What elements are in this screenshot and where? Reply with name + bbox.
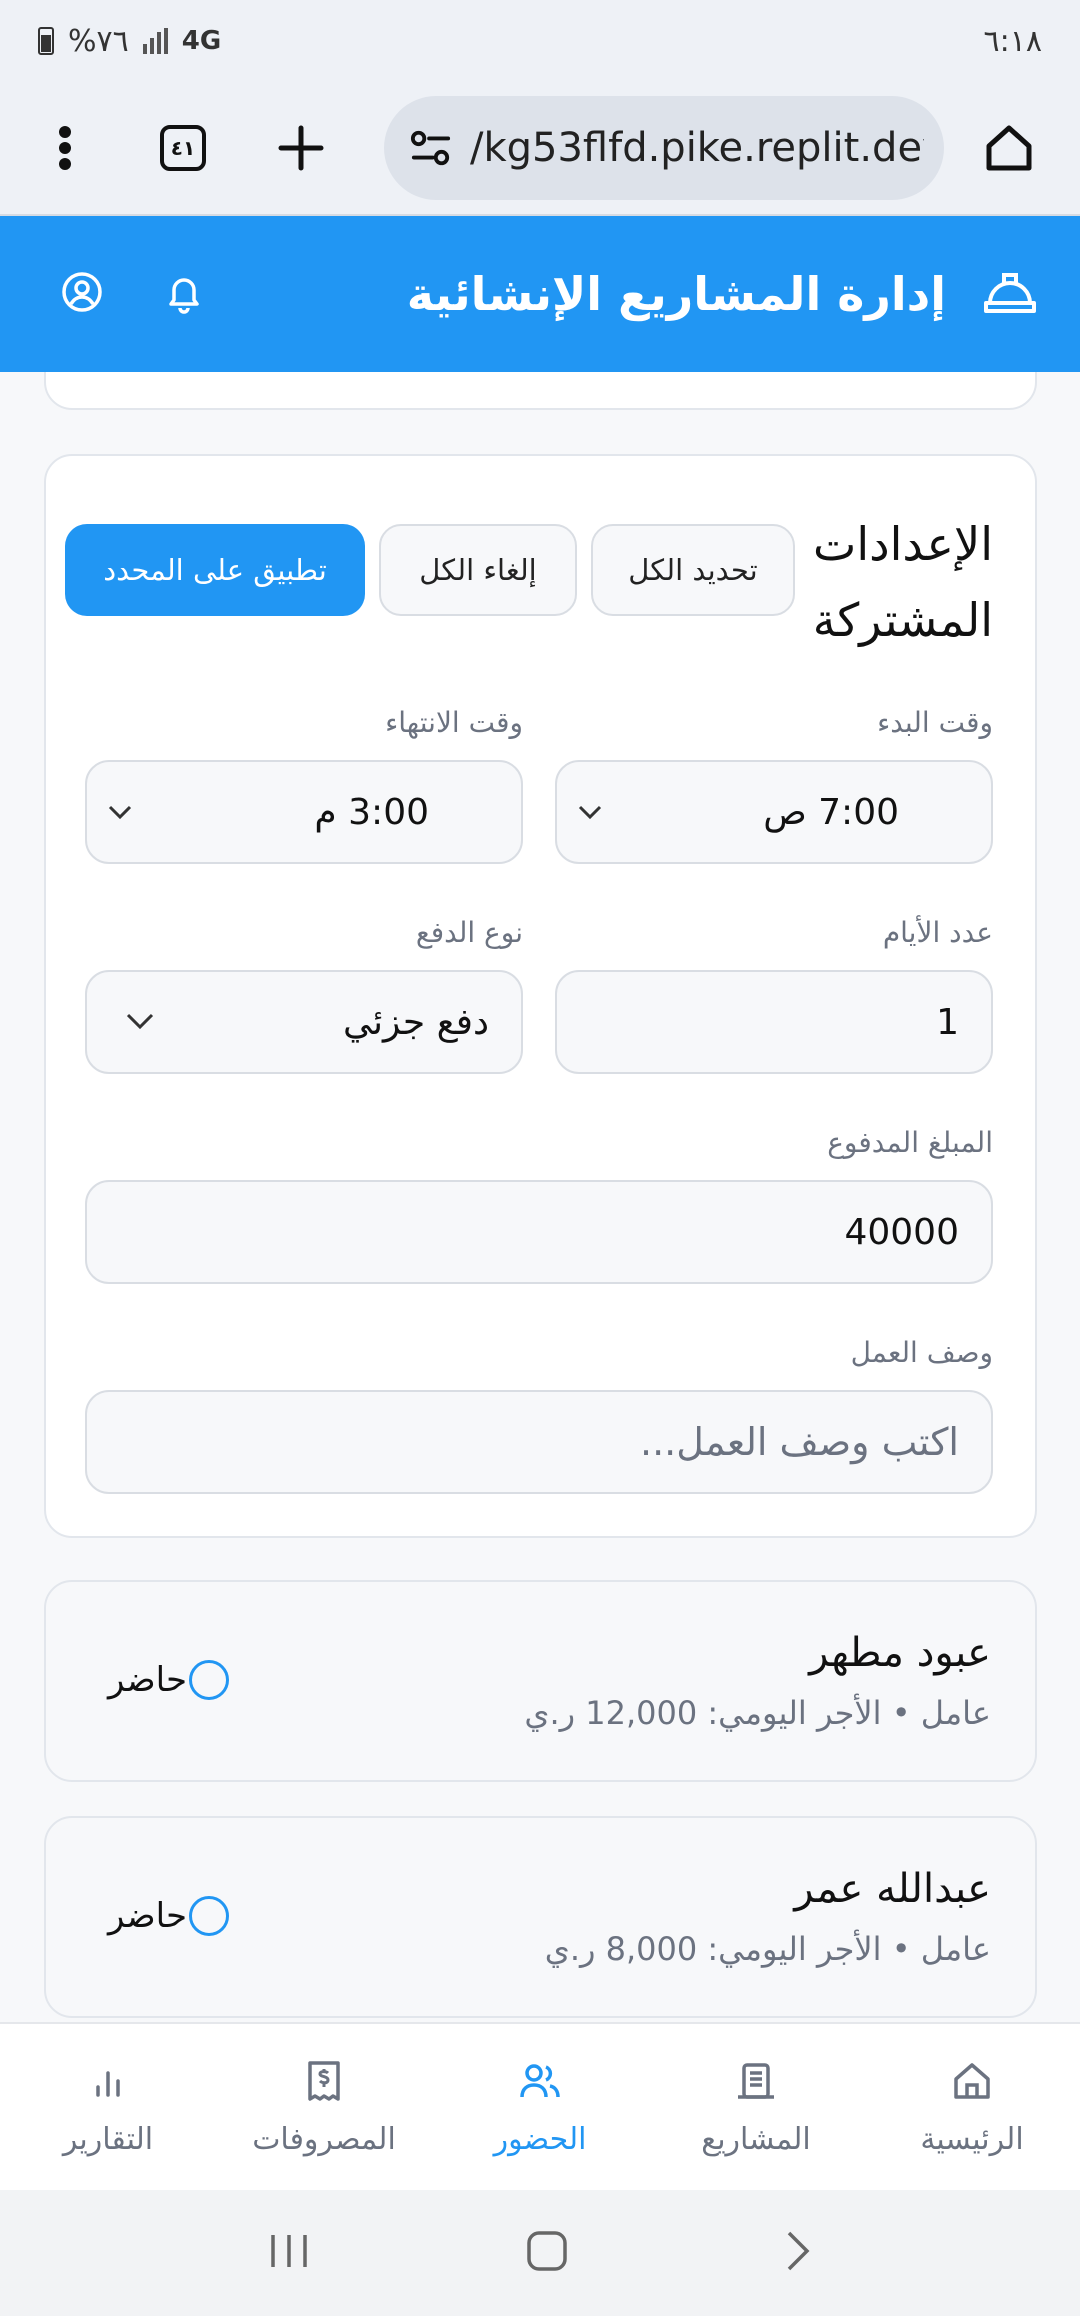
end-time-label: وقت الانتهاء [385,706,523,739]
nav-item-expenses[interactable]: المصروفات [224,2058,424,2157]
worker-card[interactable]: عبود مطهر عامل • الأجر اليومي: 12,000 ر.… [44,1580,1037,1782]
present-radio[interactable] [189,1896,230,1936]
worker-card[interactable]: عبدالله عمر عامل • الأجر اليومي: 8,000 ر… [44,1816,1037,2018]
work-desc-label: وصف العمل [850,1336,993,1369]
days-value: 1 [936,1001,959,1043]
app-title: إدارة المشاريع الإنشائية [406,267,946,321]
select-all-button[interactable]: تحديد الكل [591,524,795,616]
battery-level: %٧٦ [68,23,129,59]
app-header: إدارة المشاريع الإنشائية [0,216,1080,372]
nav-label: المشاريع [701,2121,811,2157]
settings-title: الإعدادات المشتركة [812,517,993,647]
days-label: عدد الأيام [882,916,993,949]
status-bar: %٧٦ 4G ٦:١٨ [0,0,1080,82]
paid-amount-value: 40000 [844,1211,959,1253]
chevron-down-icon [107,797,133,827]
apply-selected-button[interactable]: تطبيق على المحدد [65,524,365,616]
bar-chart-icon [86,2058,130,2104]
home-icon [950,2058,994,2104]
tab-switcher-button[interactable]: ٤١ [148,113,218,183]
hard-hat-icon [980,267,1040,321]
site-settings-icon[interactable] [410,128,452,168]
chevron-down-icon [577,797,603,827]
signal-icon [142,28,168,54]
present-label: حاضر [108,1660,188,1700]
home-browser-icon[interactable] [974,113,1044,183]
payment-type-label: نوع الدفع [415,916,523,949]
worker-name: عبدالله عمر [794,1866,991,1912]
battery-icon [38,27,54,55]
address-bar[interactable]: /kg53flfd.pike.replit.dev [384,96,944,200]
bottom-nav: الرئيسية المشاريع الحضور المصروفات التقا… [0,2022,1080,2190]
tab-count: ٤١ [160,125,206,171]
end-time-value: 3:00 م [314,791,429,833]
nav-label: التقارير [62,2121,154,2157]
home-system-icon[interactable] [525,2229,569,2277]
nav-item-attendance[interactable]: الحضور [440,2058,640,2157]
header-actions [60,270,206,318]
users-icon [518,2058,562,2104]
shared-settings-card: الإعدادات المشتركة تحديد الكل إلغاء الكل… [44,454,1037,1538]
worker-details: عامل • الأجر اليومي: 8,000 ر.ي [544,1930,991,1968]
present-toggle[interactable]: حاضر [108,1896,230,1936]
system-nav [0,2190,1080,2316]
start-time-label: وقت البدء [877,706,993,739]
receipt-icon [302,2058,346,2104]
end-time-select[interactable]: 3:00 م [85,760,523,864]
header-brand: إدارة المشاريع الإنشائية [407,267,1040,321]
payment-type-value: دفع جزئي [343,1001,489,1043]
work-desc-placeholder: اكتب وصف العمل... [640,1420,959,1464]
deselect-all-button[interactable]: إلغاء الكل [379,524,577,616]
chevron-down-icon [125,1007,155,1037]
nav-item-projects[interactable]: المشاريع [656,2058,856,2157]
days-input[interactable]: 1 [555,970,993,1074]
browser-toolbar: ٤١ /kg53flfd.pike.replit.dev [0,82,1080,216]
nav-label: الحضور [493,2121,587,2157]
worker-details: عامل • الأجر اليومي: 12,000 ر.ي [524,1694,991,1732]
status-left: %٧٦ 4G [38,24,221,59]
present-toggle[interactable]: حاضر [108,1660,230,1700]
url-text: /kg53flfd.pike.replit.dev [469,125,924,171]
present-label: حاضر [108,1896,188,1936]
previous-card [44,372,1037,410]
network-type: 4G [181,26,222,56]
worker-name: عبود مطهر [809,1630,991,1676]
start-time-select[interactable]: 7:00 ص [555,760,993,864]
more-menu-icon[interactable] [30,113,100,183]
payment-type-select[interactable]: دفع جزئي [85,970,523,1074]
start-time-value: 7:00 ص [763,791,899,833]
nav-item-reports[interactable]: التقارير [8,2058,208,2157]
work-desc-input[interactable]: اكتب وصف العمل... [85,1390,993,1494]
status-time: ٦:١٨ [983,23,1042,59]
nav-label: المصروفات [252,2121,396,2157]
paid-amount-input[interactable]: 40000 [85,1180,993,1284]
building-icon [734,2058,778,2104]
recents-icon[interactable] [267,2231,311,2275]
present-radio[interactable] [189,1660,230,1700]
new-tab-icon[interactable] [266,113,336,183]
nav-label: الرئيسية [920,2121,1024,2157]
user-circle-icon[interactable] [60,270,104,318]
back-icon[interactable] [783,2229,813,2277]
bell-icon[interactable] [162,270,206,318]
nav-item-home[interactable]: الرئيسية [872,2058,1072,2157]
paid-amount-label: المبلغ المدفوع [827,1126,993,1159]
main-content[interactable]: الإعدادات المشتركة تحديد الكل إلغاء الكل… [0,372,1080,2022]
